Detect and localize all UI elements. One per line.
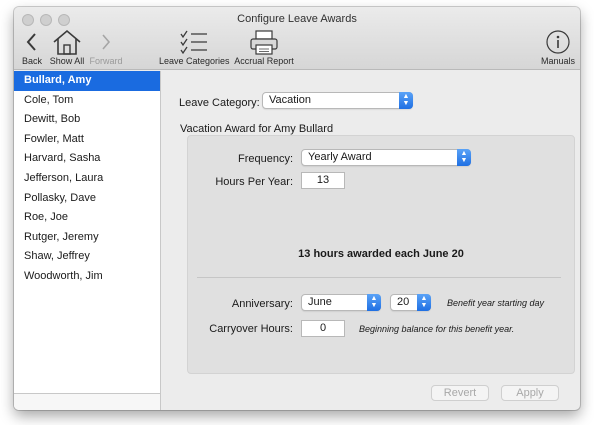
chevron-updown-icon: ▲ ▼ bbox=[457, 149, 471, 166]
award-summary: 13 hours awarded each June 20 bbox=[298, 248, 464, 260]
show-all-label: Show All bbox=[49, 56, 85, 66]
chevron-right-icon bbox=[102, 34, 111, 50]
award-settings-panel: Leave Category: Vacation ▲ ▼ Vacation Awa… bbox=[162, 71, 580, 410]
chevron-updown-icon: ▲ ▼ bbox=[367, 294, 381, 311]
title-bar: Configure Leave Awards Back Show All For… bbox=[14, 7, 580, 70]
chevron-updown-icon: ▲ ▼ bbox=[399, 92, 413, 109]
chevron-updown-icon: ▲ ▼ bbox=[417, 294, 431, 311]
back-button[interactable]: Back bbox=[18, 29, 46, 69]
configure-leave-awards-window: Configure Leave Awards Back Show All For… bbox=[14, 7, 580, 410]
employee-list-item[interactable]: Harvard, Sasha bbox=[14, 149, 160, 169]
frequency-select[interactable]: Yearly Award ▲ ▼ bbox=[301, 149, 471, 166]
frequency-label: Frequency: bbox=[237, 153, 293, 165]
hours-per-year-input[interactable]: 13 bbox=[301, 172, 345, 189]
employee-list-item[interactable]: Shaw, Jeffrey bbox=[14, 247, 160, 267]
info-icon bbox=[546, 30, 570, 54]
employee-list-item[interactable]: Dewitt, Bob bbox=[14, 110, 160, 130]
divider bbox=[197, 277, 561, 278]
employee-list-item[interactable]: Woodworth, Jim bbox=[14, 267, 160, 287]
forward-label: Forward bbox=[89, 56, 123, 66]
accrual-report-label: Accrual Report bbox=[234, 56, 294, 66]
apply-button[interactable]: Apply bbox=[501, 385, 559, 401]
anniversary-hint: Benefit year starting day bbox=[447, 298, 545, 308]
employee-list: Bullard, Amy Cole, Tom Dewitt, Bob Fowle… bbox=[14, 71, 161, 410]
anniversary-month-select[interactable]: June ▲ ▼ bbox=[301, 294, 381, 311]
employee-list-item[interactable]: Roe, Joe bbox=[14, 208, 160, 228]
award-group-box: Frequency: Yearly Award ▲ ▼ Hours Per Yea… bbox=[187, 135, 575, 374]
revert-button[interactable]: Revert bbox=[431, 385, 489, 401]
checklist-icon bbox=[180, 30, 207, 55]
employee-list-item[interactable]: Cole, Tom bbox=[14, 91, 160, 111]
leave-category-value: Vacation bbox=[269, 94, 311, 106]
anniversary-day-select[interactable]: 20 ▲ ▼ bbox=[390, 294, 431, 311]
employee-list-item[interactable]: Jefferson, Laura bbox=[14, 169, 160, 189]
employee-list-item[interactable]: Pollasky, Dave bbox=[14, 189, 160, 209]
employee-list-item[interactable]: Rutger, Jeremy bbox=[14, 228, 160, 248]
manuals-button[interactable]: Manuals bbox=[539, 29, 577, 69]
carryover-hint: Beginning balance for this benefit year. bbox=[359, 324, 515, 334]
anniversary-label: Anniversary: bbox=[231, 298, 293, 310]
section-title: Vacation Award for Amy Bullard bbox=[180, 123, 334, 135]
house-icon bbox=[53, 29, 81, 55]
employee-list-item[interactable]: Bullard, Amy bbox=[14, 71, 160, 91]
window-title: Configure Leave Awards bbox=[237, 13, 357, 25]
accrual-report-button[interactable]: Accrual Report bbox=[233, 29, 295, 69]
anniversary-day-value: 20 bbox=[397, 296, 410, 308]
forward-button[interactable]: Forward bbox=[88, 29, 124, 69]
sidebar-footer bbox=[14, 393, 160, 410]
show-all-button[interactable]: Show All bbox=[48, 29, 86, 69]
employee-list-item[interactable]: Fowler, Matt bbox=[14, 130, 160, 150]
leave-category-select[interactable]: Vacation ▲ ▼ bbox=[262, 92, 413, 109]
manuals-label: Manuals bbox=[540, 56, 576, 66]
chevron-left-icon bbox=[26, 33, 36, 51]
leave-categories-button[interactable]: Leave Categories bbox=[159, 29, 230, 69]
leave-category-label: Leave Category: bbox=[179, 97, 260, 109]
carryover-hours-label: Carryover Hours: bbox=[209, 323, 293, 335]
printer-icon bbox=[250, 30, 278, 55]
carryover-hours-input[interactable]: 0 bbox=[301, 320, 345, 337]
hours-per-year-label: Hours Per Year: bbox=[215, 176, 293, 188]
leave-categories-label: Leave Categories bbox=[159, 56, 230, 66]
anniversary-month-value: June bbox=[308, 296, 332, 308]
frequency-value: Yearly Award bbox=[308, 151, 372, 163]
back-label: Back bbox=[21, 56, 42, 66]
